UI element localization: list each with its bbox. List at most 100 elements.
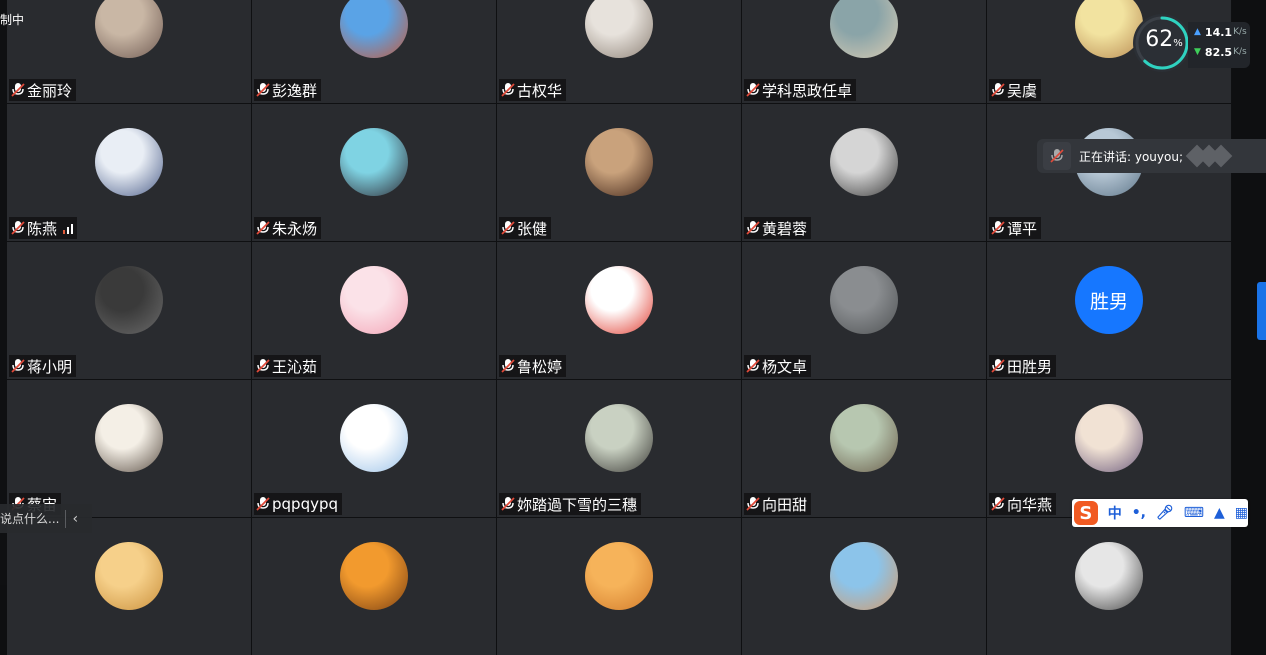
participant-name: 学科思政任卓 bbox=[762, 81, 853, 100]
participant-name: 鲁松婷 bbox=[517, 357, 563, 376]
participant-tile[interactable]: 学科思政任卓 bbox=[742, 0, 986, 103]
participant-name: 田胜男 bbox=[1007, 357, 1053, 376]
speaking-text: 正在讲话: youyou; bbox=[1079, 149, 1183, 164]
participant-tile[interactable]: 金丽玲 bbox=[7, 0, 251, 103]
participant-tile[interactable]: 妳踏過下雪的三穗 bbox=[497, 380, 741, 517]
speed-panel: ▲ 14.1 K/s ▼ 82.5 K/s bbox=[1188, 22, 1250, 68]
participant-name-label: 彭逸群 bbox=[254, 79, 322, 101]
muted-mic-icon bbox=[746, 83, 760, 97]
participant-tile[interactable]: 王沁茹 bbox=[252, 242, 496, 379]
avatar bbox=[340, 128, 408, 196]
muted-mic-icon bbox=[256, 83, 270, 97]
participant-tile[interactable]: 彭逸群 bbox=[252, 0, 496, 103]
participant-name: 向田甜 bbox=[762, 495, 808, 514]
participant-name: 妳踏過下雪的三穗 bbox=[517, 495, 638, 514]
muted-mic-icon bbox=[1043, 142, 1071, 170]
skin-icon[interactable]: ▲ bbox=[1214, 505, 1225, 521]
muted-mic-icon bbox=[991, 83, 1005, 97]
keyboard-icon[interactable]: ⌨ bbox=[1184, 505, 1204, 521]
participant-tile[interactable]: 向华燕 bbox=[987, 380, 1231, 517]
muted-mic-icon bbox=[501, 83, 515, 97]
avatar bbox=[1075, 542, 1143, 610]
participant-tile[interactable]: 蔡宙 bbox=[7, 380, 251, 517]
upload-speed: ▲ 14.1 K/s bbox=[1194, 25, 1247, 39]
avatar bbox=[340, 542, 408, 610]
participant-tile[interactable]: 朱永炀 bbox=[252, 104, 496, 241]
participant-tile[interactable]: 古权华 bbox=[497, 0, 741, 103]
participant-tile[interactable] bbox=[497, 518, 741, 655]
divider bbox=[65, 509, 67, 528]
participant-tile[interactable]: 鲁松婷 bbox=[497, 242, 741, 379]
video-grid: 金丽玲 彭逸群 古权华 学科思政任卓 吴虞陈燕 朱永炀 张健 黄碧蓉 谭平蒋小明 王沁茹 鲁松婷 杨文… bbox=[0, 0, 1232, 655]
participant-name-label: 谭平 bbox=[989, 217, 1042, 239]
participant-name: pqpqypq bbox=[272, 495, 339, 513]
participant-name-label: 学科思政任卓 bbox=[744, 79, 857, 101]
avatar bbox=[95, 0, 163, 58]
participant-tile[interactable]: 陈燕 bbox=[7, 104, 251, 241]
speaking-indicator: 正在讲话: youyou; bbox=[1037, 139, 1266, 173]
participant-name: 吴虞 bbox=[1007, 81, 1038, 100]
avatar bbox=[830, 0, 898, 58]
ime-mode-button[interactable]: 中 bbox=[1108, 503, 1122, 523]
participant-name-label: 王沁茹 bbox=[254, 355, 322, 377]
participant-name-label: 张健 bbox=[499, 217, 552, 239]
participant-name: 金丽玲 bbox=[27, 81, 73, 100]
avatar bbox=[340, 266, 408, 334]
side-panel-tab[interactable] bbox=[1257, 282, 1266, 340]
participant-name-label: 黄碧蓉 bbox=[744, 217, 812, 239]
avatar bbox=[830, 404, 898, 472]
ime-punct-button[interactable]: •, bbox=[1132, 505, 1146, 521]
participant-name: 向华燕 bbox=[1007, 495, 1053, 514]
toolbox-icon[interactable]: ▦ bbox=[1235, 505, 1248, 521]
participant-tile[interactable] bbox=[742, 518, 986, 655]
muted-mic-icon bbox=[256, 497, 270, 511]
avatar bbox=[1075, 404, 1143, 472]
participant-name-label: 向田甜 bbox=[744, 493, 812, 515]
participant-name: 古权华 bbox=[517, 81, 563, 100]
avatar bbox=[830, 542, 898, 610]
ime-toolbar[interactable]: S 中 •, 🎤︎ ⌨ ▲ ▦ bbox=[1072, 499, 1248, 527]
avatar bbox=[340, 0, 408, 58]
speaker-avatars bbox=[1185, 144, 1233, 168]
participant-name-label: 蒋小明 bbox=[9, 355, 77, 377]
voice-input-icon[interactable]: 🎤︎ bbox=[1156, 505, 1174, 521]
download-arrow-icon: ▼ bbox=[1194, 47, 1201, 57]
participant-tile[interactable] bbox=[7, 518, 251, 655]
muted-mic-icon bbox=[746, 497, 760, 511]
chat-input-bar[interactable]: 说点什么... ‹ bbox=[0, 504, 92, 533]
participant-name-label: 古权华 bbox=[499, 79, 567, 101]
muted-mic-icon bbox=[746, 359, 760, 373]
avatar bbox=[585, 542, 653, 610]
participant-tile[interactable]: pqpqypq bbox=[252, 380, 496, 517]
participant-tile[interactable]: 蒋小明 bbox=[7, 242, 251, 379]
participant-tile[interactable]: 向田甜 bbox=[742, 380, 986, 517]
avatar bbox=[340, 404, 408, 472]
participant-name-label: 吴虞 bbox=[989, 79, 1042, 101]
participant-name: 彭逸群 bbox=[272, 81, 318, 100]
participant-tile[interactable]: 杨文卓 bbox=[742, 242, 986, 379]
avatar: 胜男 bbox=[1075, 266, 1143, 334]
muted-mic-icon bbox=[991, 497, 1005, 511]
participant-name: 黄碧蓉 bbox=[762, 219, 808, 238]
participant-tile[interactable]: 黄碧蓉 bbox=[742, 104, 986, 241]
muted-mic-icon bbox=[501, 497, 515, 511]
avatar bbox=[585, 128, 653, 196]
muted-mic-icon bbox=[501, 359, 515, 373]
avatar bbox=[830, 266, 898, 334]
participant-name-label: 朱永炀 bbox=[254, 217, 322, 239]
muted-mic-icon bbox=[11, 83, 25, 97]
participant-name: 王沁茹 bbox=[272, 357, 318, 376]
muted-mic-icon bbox=[991, 359, 1005, 373]
participant-tile[interactable] bbox=[252, 518, 496, 655]
sogou-logo-icon[interactable]: S bbox=[1074, 501, 1098, 525]
chat-input[interactable]: 说点什么... bbox=[0, 510, 59, 527]
participant-tile[interactable]: 张健 bbox=[497, 104, 741, 241]
participant-name: 杨文卓 bbox=[762, 357, 808, 376]
muted-mic-icon bbox=[746, 221, 760, 235]
muted-mic-icon bbox=[11, 359, 25, 373]
avatar bbox=[95, 266, 163, 334]
chevron-left-icon[interactable]: ‹ bbox=[72, 511, 78, 527]
participant-tile[interactable] bbox=[987, 518, 1231, 655]
participant-name: 朱永炀 bbox=[272, 219, 318, 238]
participant-tile[interactable]: 胜男田胜男 bbox=[987, 242, 1231, 379]
